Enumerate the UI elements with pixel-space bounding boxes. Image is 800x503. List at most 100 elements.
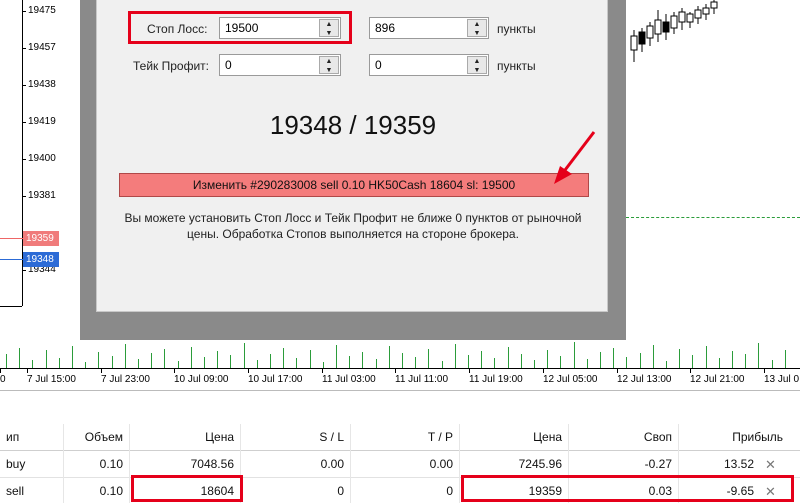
price-chart[interactable]	[626, 0, 800, 340]
trading-terminal: 19475 19457 19438 19419 19400 19381 1934…	[0, 0, 800, 503]
ask-line	[0, 238, 23, 239]
time-axis: 0 7 Jul 15:00 7 Jul 23:00 10 Jul 09:00 1…	[0, 368, 800, 390]
time-tick: 7 Jul 15:00	[27, 369, 76, 385]
table-header-row: ип Объем Цена S / L T / P Цена Своп Приб…	[0, 424, 800, 451]
volume-bar	[336, 345, 337, 368]
volume-bar	[362, 352, 364, 368]
col-price-header[interactable]: Цена	[130, 424, 241, 451]
volume-bar	[309, 350, 311, 368]
col-swap-header[interactable]: Своп	[569, 424, 679, 451]
volume-bar	[626, 357, 628, 368]
volume-bar	[468, 355, 469, 368]
spin-up-icon[interactable]: ▲	[468, 20, 486, 29]
time-tick: 12 Jul 05:00	[543, 369, 598, 385]
position-volume: 0.10	[64, 451, 130, 478]
time-tick: 13 Jul 0	[764, 369, 800, 385]
close-position-icon[interactable]: ✕	[765, 451, 776, 478]
volume-bar	[507, 347, 509, 368]
points-label: пункты	[497, 59, 536, 73]
bid-price-marker: 19348	[23, 252, 59, 267]
volume-bar	[349, 356, 351, 368]
volume-bar	[732, 351, 733, 368]
annotation-arrow-icon	[554, 131, 596, 184]
open-price-highlight	[131, 475, 243, 502]
volume-bar	[6, 354, 7, 368]
volume-bar	[547, 350, 549, 368]
spin-down-icon[interactable]: ▼	[320, 66, 338, 75]
take-profit-points-input[interactable]: 0 ▲ ▼	[369, 54, 489, 76]
col-sl-header[interactable]: S / L	[241, 424, 351, 451]
spin-up-icon[interactable]: ▲	[320, 57, 338, 66]
stop-loss-points-value: 896	[375, 21, 396, 35]
current-price-highlight	[461, 475, 794, 502]
volume-bar	[534, 360, 535, 368]
volume-bar	[586, 359, 588, 368]
price-tick: 19400	[22, 153, 56, 164]
take-profit-input[interactable]: 0 ▲ ▼	[219, 54, 341, 76]
position-tp[interactable]: 0	[351, 478, 460, 503]
take-profit-spinner[interactable]: ▲ ▼	[319, 56, 339, 74]
modify-order-button[interactable]: Изменить #290283008 sell 0.10 HK50Cash 1…	[119, 173, 589, 197]
price-tick: 19419	[22, 116, 56, 127]
volume-bar	[151, 353, 153, 368]
col-type-header[interactable]: ип	[0, 424, 64, 451]
spin-down-icon[interactable]: ▼	[468, 29, 486, 38]
volume-bar	[283, 348, 285, 368]
volume-bar	[256, 360, 258, 368]
volume-bar	[124, 344, 126, 368]
position-type: sell	[0, 478, 64, 503]
stop-loss-points-input[interactable]: 896 ▲ ▼	[369, 17, 489, 39]
volume-bar	[758, 343, 760, 368]
col-current-price-header[interactable]: Цена	[460, 424, 569, 451]
volume-bar	[560, 356, 562, 368]
spin-up-icon[interactable]: ▲	[468, 57, 486, 66]
volume-bar	[573, 342, 575, 368]
volume-bar	[454, 344, 456, 368]
volume-bar	[243, 343, 245, 368]
position-open-price: 7048.56	[130, 451, 241, 478]
position-tp[interactable]: 0.00	[351, 451, 460, 478]
volume-bar	[204, 357, 205, 368]
spin-down-icon[interactable]: ▼	[468, 66, 486, 75]
take-profit-value: 0	[225, 58, 232, 72]
volume-bar	[111, 356, 113, 368]
time-tick: 7 Jul 23:00	[101, 369, 150, 385]
volume-bar	[652, 345, 654, 368]
col-volume-header[interactable]: Объем	[64, 424, 130, 451]
volume-bar	[666, 361, 667, 368]
volume-bar	[441, 361, 443, 368]
col-profit-header[interactable]: Прибыль	[679, 424, 789, 451]
volume-bar	[164, 349, 166, 368]
volume-bar	[270, 354, 271, 368]
volume-bar	[415, 357, 417, 368]
time-tick: 12 Jul 13:00	[617, 369, 672, 385]
take-profit-points-value: 0	[375, 58, 382, 72]
volume-bar	[98, 352, 100, 368]
volume-bar	[32, 360, 34, 368]
take-profit-points-spinner[interactable]: ▲ ▼	[467, 56, 487, 74]
volume-bar	[230, 355, 232, 368]
position-type: buy	[0, 451, 64, 478]
volume-bar	[45, 350, 47, 368]
volume-bar	[138, 359, 139, 368]
position-sl[interactable]: 0	[241, 478, 351, 503]
volume-bar	[771, 360, 773, 368]
col-tp-header[interactable]: T / P	[351, 424, 460, 451]
volume-bar	[679, 349, 681, 368]
position-swap: -0.27	[569, 451, 679, 478]
table-row[interactable]: buy 0.10 7048.56 0.00 0.00 7245.96 -0.27…	[0, 451, 800, 478]
price-tick: 19457	[22, 42, 56, 53]
volume-bar	[745, 354, 747, 368]
volume-bar	[402, 353, 403, 368]
stops-hint-line: цены. Обработка Стопов выполняется на ст…	[187, 227, 519, 241]
time-tick: 0	[0, 369, 6, 385]
volume-bar	[481, 351, 483, 368]
volume-bar	[388, 346, 390, 368]
time-tick: 10 Jul 09:00	[174, 369, 229, 385]
volume-bar	[784, 350, 786, 368]
volume-bar	[639, 353, 641, 368]
stop-loss-points-spinner[interactable]: ▲ ▼	[467, 19, 487, 37]
position-sl[interactable]: 0.00	[241, 451, 351, 478]
volume-bar	[217, 351, 219, 368]
volume-bar	[428, 349, 430, 368]
